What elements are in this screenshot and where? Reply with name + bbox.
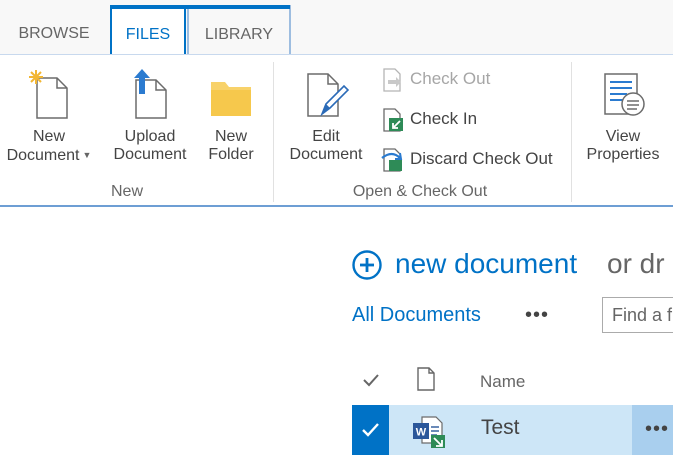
ribbon-bottom-border	[0, 205, 673, 207]
view-properties-label-2: Properties	[586, 146, 660, 163]
upload-document-button[interactable]: Upload Document	[104, 68, 196, 164]
upload-document-label-1: Upload	[124, 128, 176, 145]
add-icon[interactable]	[352, 250, 382, 280]
check-out-button[interactable]: Check Out	[380, 66, 500, 92]
tab-files[interactable]: FILES	[110, 5, 186, 55]
row-more-ellipsis: •••	[645, 418, 670, 440]
edit-document-label-2: Document	[289, 146, 363, 163]
discard-check-out-icon	[381, 148, 403, 172]
drag-files-hint: or dr	[607, 248, 665, 279]
svg-text:W: W	[416, 427, 427, 439]
active-tab-indicator	[110, 5, 290, 9]
check-in-button[interactable]: Check In	[380, 106, 490, 132]
new-folder-button[interactable]: New Folder	[202, 68, 260, 164]
view-properties-icon	[604, 73, 645, 116]
tab-library[interactable]: LIBRARY	[187, 5, 291, 55]
document-type-icon	[417, 367, 435, 391]
new-document-label-1: New	[32, 128, 65, 145]
find-file-input[interactable]	[602, 297, 673, 333]
group-separator	[571, 62, 572, 202]
new-group-label: New	[110, 183, 143, 200]
row-document-name[interactable]: Test	[481, 416, 520, 440]
view-properties-label-1: View	[605, 128, 641, 145]
edit-document-label-1: Edit	[312, 128, 340, 145]
check-out-label: Check Out	[410, 69, 491, 88]
new-document-link[interactable]: new document	[395, 246, 577, 282]
new-document-button[interactable]: New Document ▼	[0, 68, 98, 165]
open-check-out-group-label: Open & Check Out	[352, 183, 488, 200]
upload-document-label-2: Document	[113, 146, 187, 163]
discard-check-out-button[interactable]: Discard Check Out	[380, 146, 560, 172]
group-separator	[273, 62, 274, 202]
word-document-checked-out-icon: W	[413, 416, 445, 448]
column-header-name[interactable]: Name	[480, 372, 525, 392]
select-all-checkmark-icon[interactable]	[362, 371, 380, 389]
edit-document-button[interactable]: Edit Document	[280, 68, 372, 164]
view-more-button[interactable]: •••	[525, 304, 549, 327]
new-folder-label-2: Folder	[208, 146, 254, 163]
check-out-icon	[383, 68, 401, 92]
check-in-label: Check In	[410, 109, 478, 128]
dropdown-arrow-icon: ▼	[82, 150, 92, 160]
check-in-icon	[383, 108, 403, 132]
view-all-documents[interactable]: All Documents	[352, 304, 481, 327]
new-folder-label-1: New	[214, 128, 247, 145]
discard-check-out-label: Discard Check Out	[410, 149, 553, 168]
new-document-icon	[29, 70, 68, 119]
new-document-label-2: Document ▼	[6, 147, 92, 164]
tab-browse[interactable]: BROWSE	[0, 17, 108, 53]
edit-document-icon	[307, 73, 350, 117]
new-document-bar: new document or dr	[352, 246, 673, 282]
upload-icon	[134, 69, 167, 119]
row-select-checkbox[interactable]	[352, 405, 389, 455]
checkmark-icon	[362, 423, 379, 437]
folder-icon	[211, 82, 251, 116]
view-properties-button[interactable]: View Properties	[576, 68, 670, 164]
